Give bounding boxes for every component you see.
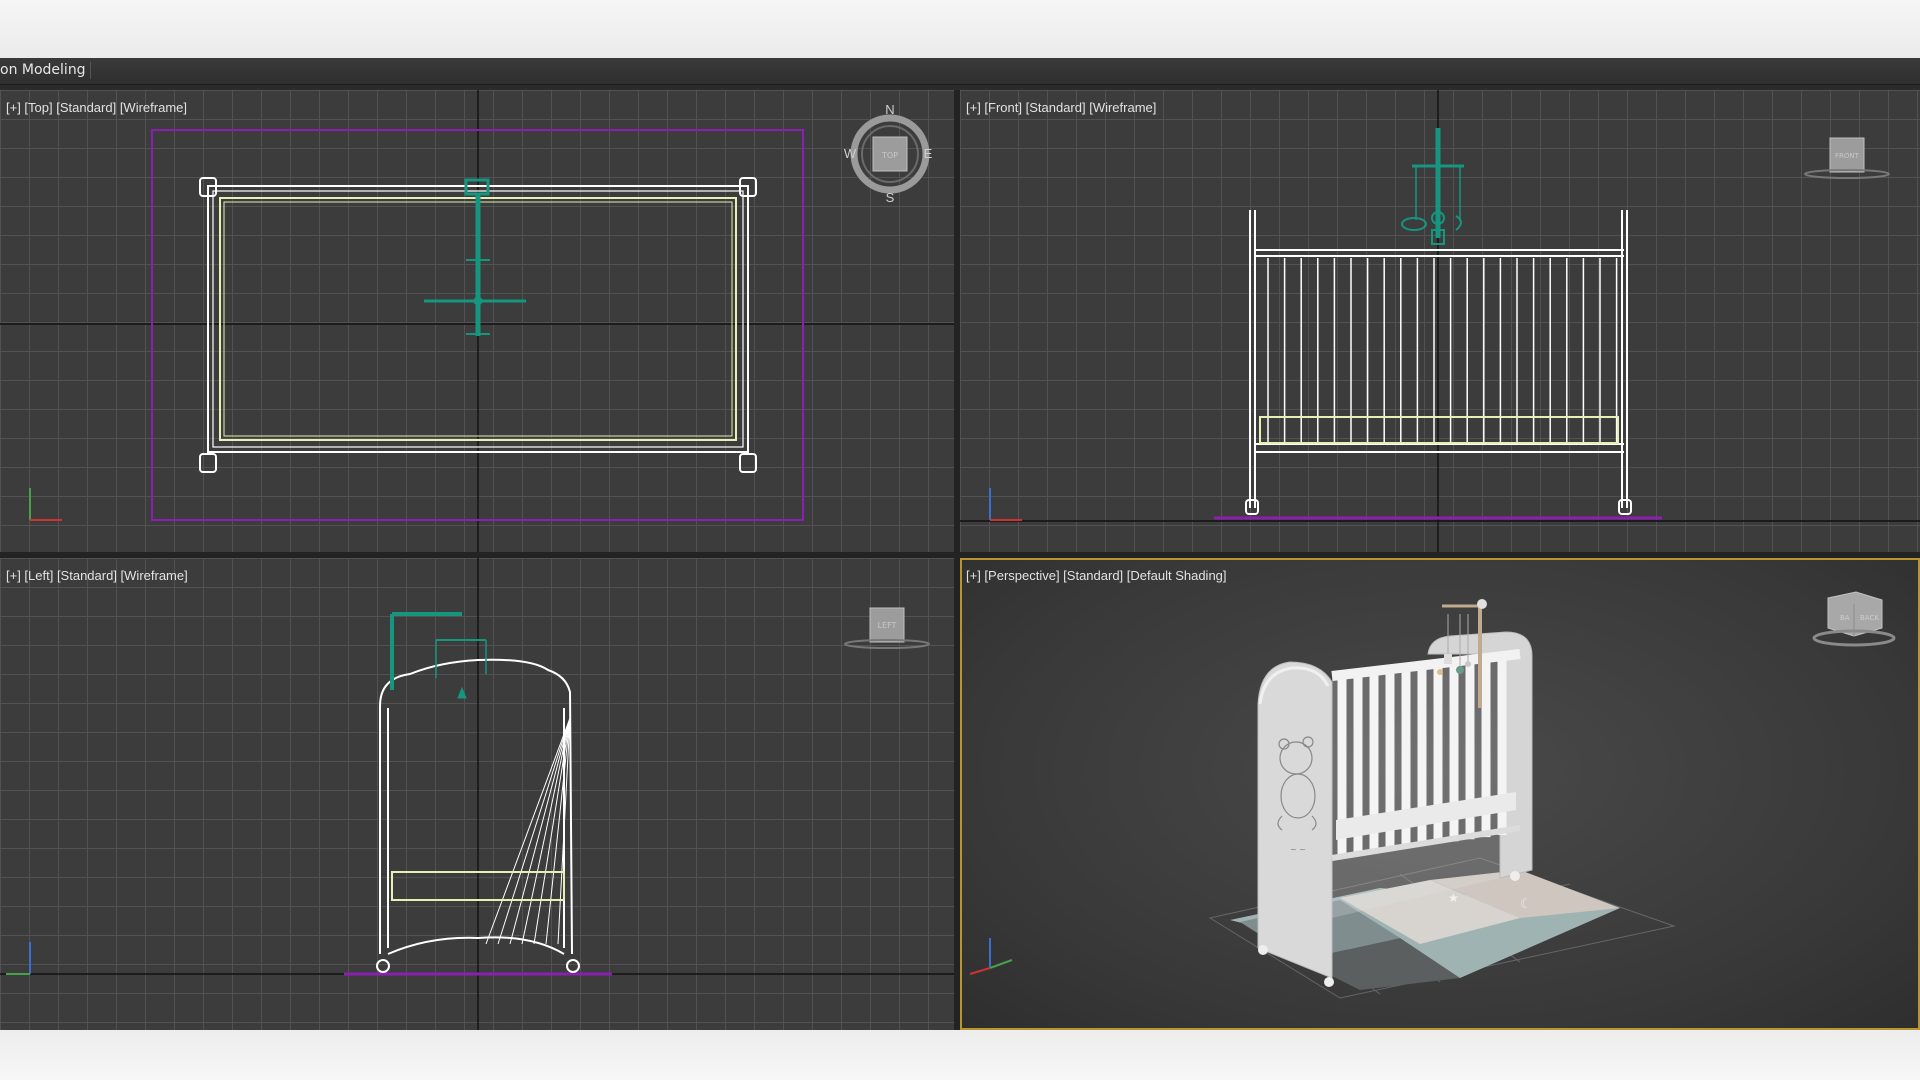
mobile-selected: [1401, 128, 1464, 245]
mobile-selected: [424, 178, 526, 336]
svg-text:TOP: TOP: [881, 151, 898, 160]
svg-text:FRONT: FRONT: [1835, 152, 1860, 160]
ribbon-bar: on Modeling: [0, 58, 1920, 85]
front-view-drawing: FRONT: [960, 90, 1920, 552]
axis-tripod-icon: [989, 488, 1022, 521]
axis-tripod-icon: [969, 938, 1013, 975]
svg-text:N: N: [885, 102, 894, 117]
crib-side-slats: [485, 717, 571, 945]
compass-icon: TOP N S W E: [844, 102, 933, 205]
svg-text:★: ★: [1448, 891, 1459, 905]
svg-text:S: S: [886, 190, 895, 205]
left-view-drawing: LEFT: [0, 558, 954, 1030]
svg-text:BACK: BACK: [1860, 614, 1879, 622]
viewcube-icon: LEFT: [844, 607, 930, 649]
top-view-drawing: TOP N S W E: [0, 90, 954, 552]
mobile-selected: [390, 612, 487, 699]
viewport-perspective[interactable]: ★ ★ ☾ ~ ~: [960, 558, 1920, 1030]
decal-script: ~ ~: [1290, 845, 1306, 854]
svg-text:E: E: [924, 146, 933, 161]
viewport-left[interactable]: LEFT [+] [Left] [Standard] [Wireframe]: [0, 558, 954, 1030]
screen-top-margin: [0, 0, 1920, 58]
viewport-area: TOP N S W E [+] [Top] [Standard] [Wirefr…: [0, 90, 1920, 1030]
crib-post: [739, 453, 757, 473]
axis-tripod-icon: [6, 942, 31, 975]
screen-bottom-margin: [0, 1030, 1920, 1080]
svg-text:BA: BA: [1840, 614, 1850, 622]
mattress-outline: [1259, 416, 1619, 444]
svg-text:☾: ☾: [1520, 897, 1532, 912]
viewport-label-front[interactable]: [+] [Front] [Standard] [Wireframe]: [966, 100, 1156, 115]
modeling-ribbon-tab[interactable]: on Modeling: [0, 62, 91, 79]
axis-tripod-icon: [29, 488, 62, 521]
viewport-label-left[interactable]: [+] [Left] [Standard] [Wireframe]: [6, 568, 188, 583]
viewport-label-perspective[interactable]: [+] [Perspective] [Standard] [Default Sh…: [966, 568, 1227, 583]
viewport-front[interactable]: FRONT [+] [Front] [Standard] [Wireframe]: [960, 90, 1920, 552]
viewport-top[interactable]: TOP N S W E [+] [Top] [Standard] [Wirefr…: [0, 90, 954, 552]
svg-text:LEFT: LEFT: [878, 621, 897, 630]
viewcube-icon: BA BACK: [1812, 591, 1896, 647]
svg-text:W: W: [844, 146, 857, 161]
viewcube-icon: FRONT: [1804, 137, 1890, 179]
crib-post: [199, 453, 217, 473]
viewport-label-top[interactable]: [+] [Top] [Standard] [Wireframe]: [6, 100, 187, 115]
perspective-render: ★ ★ ☾ ~ ~: [969, 591, 1896, 999]
crib-slats: [1267, 258, 1618, 442]
